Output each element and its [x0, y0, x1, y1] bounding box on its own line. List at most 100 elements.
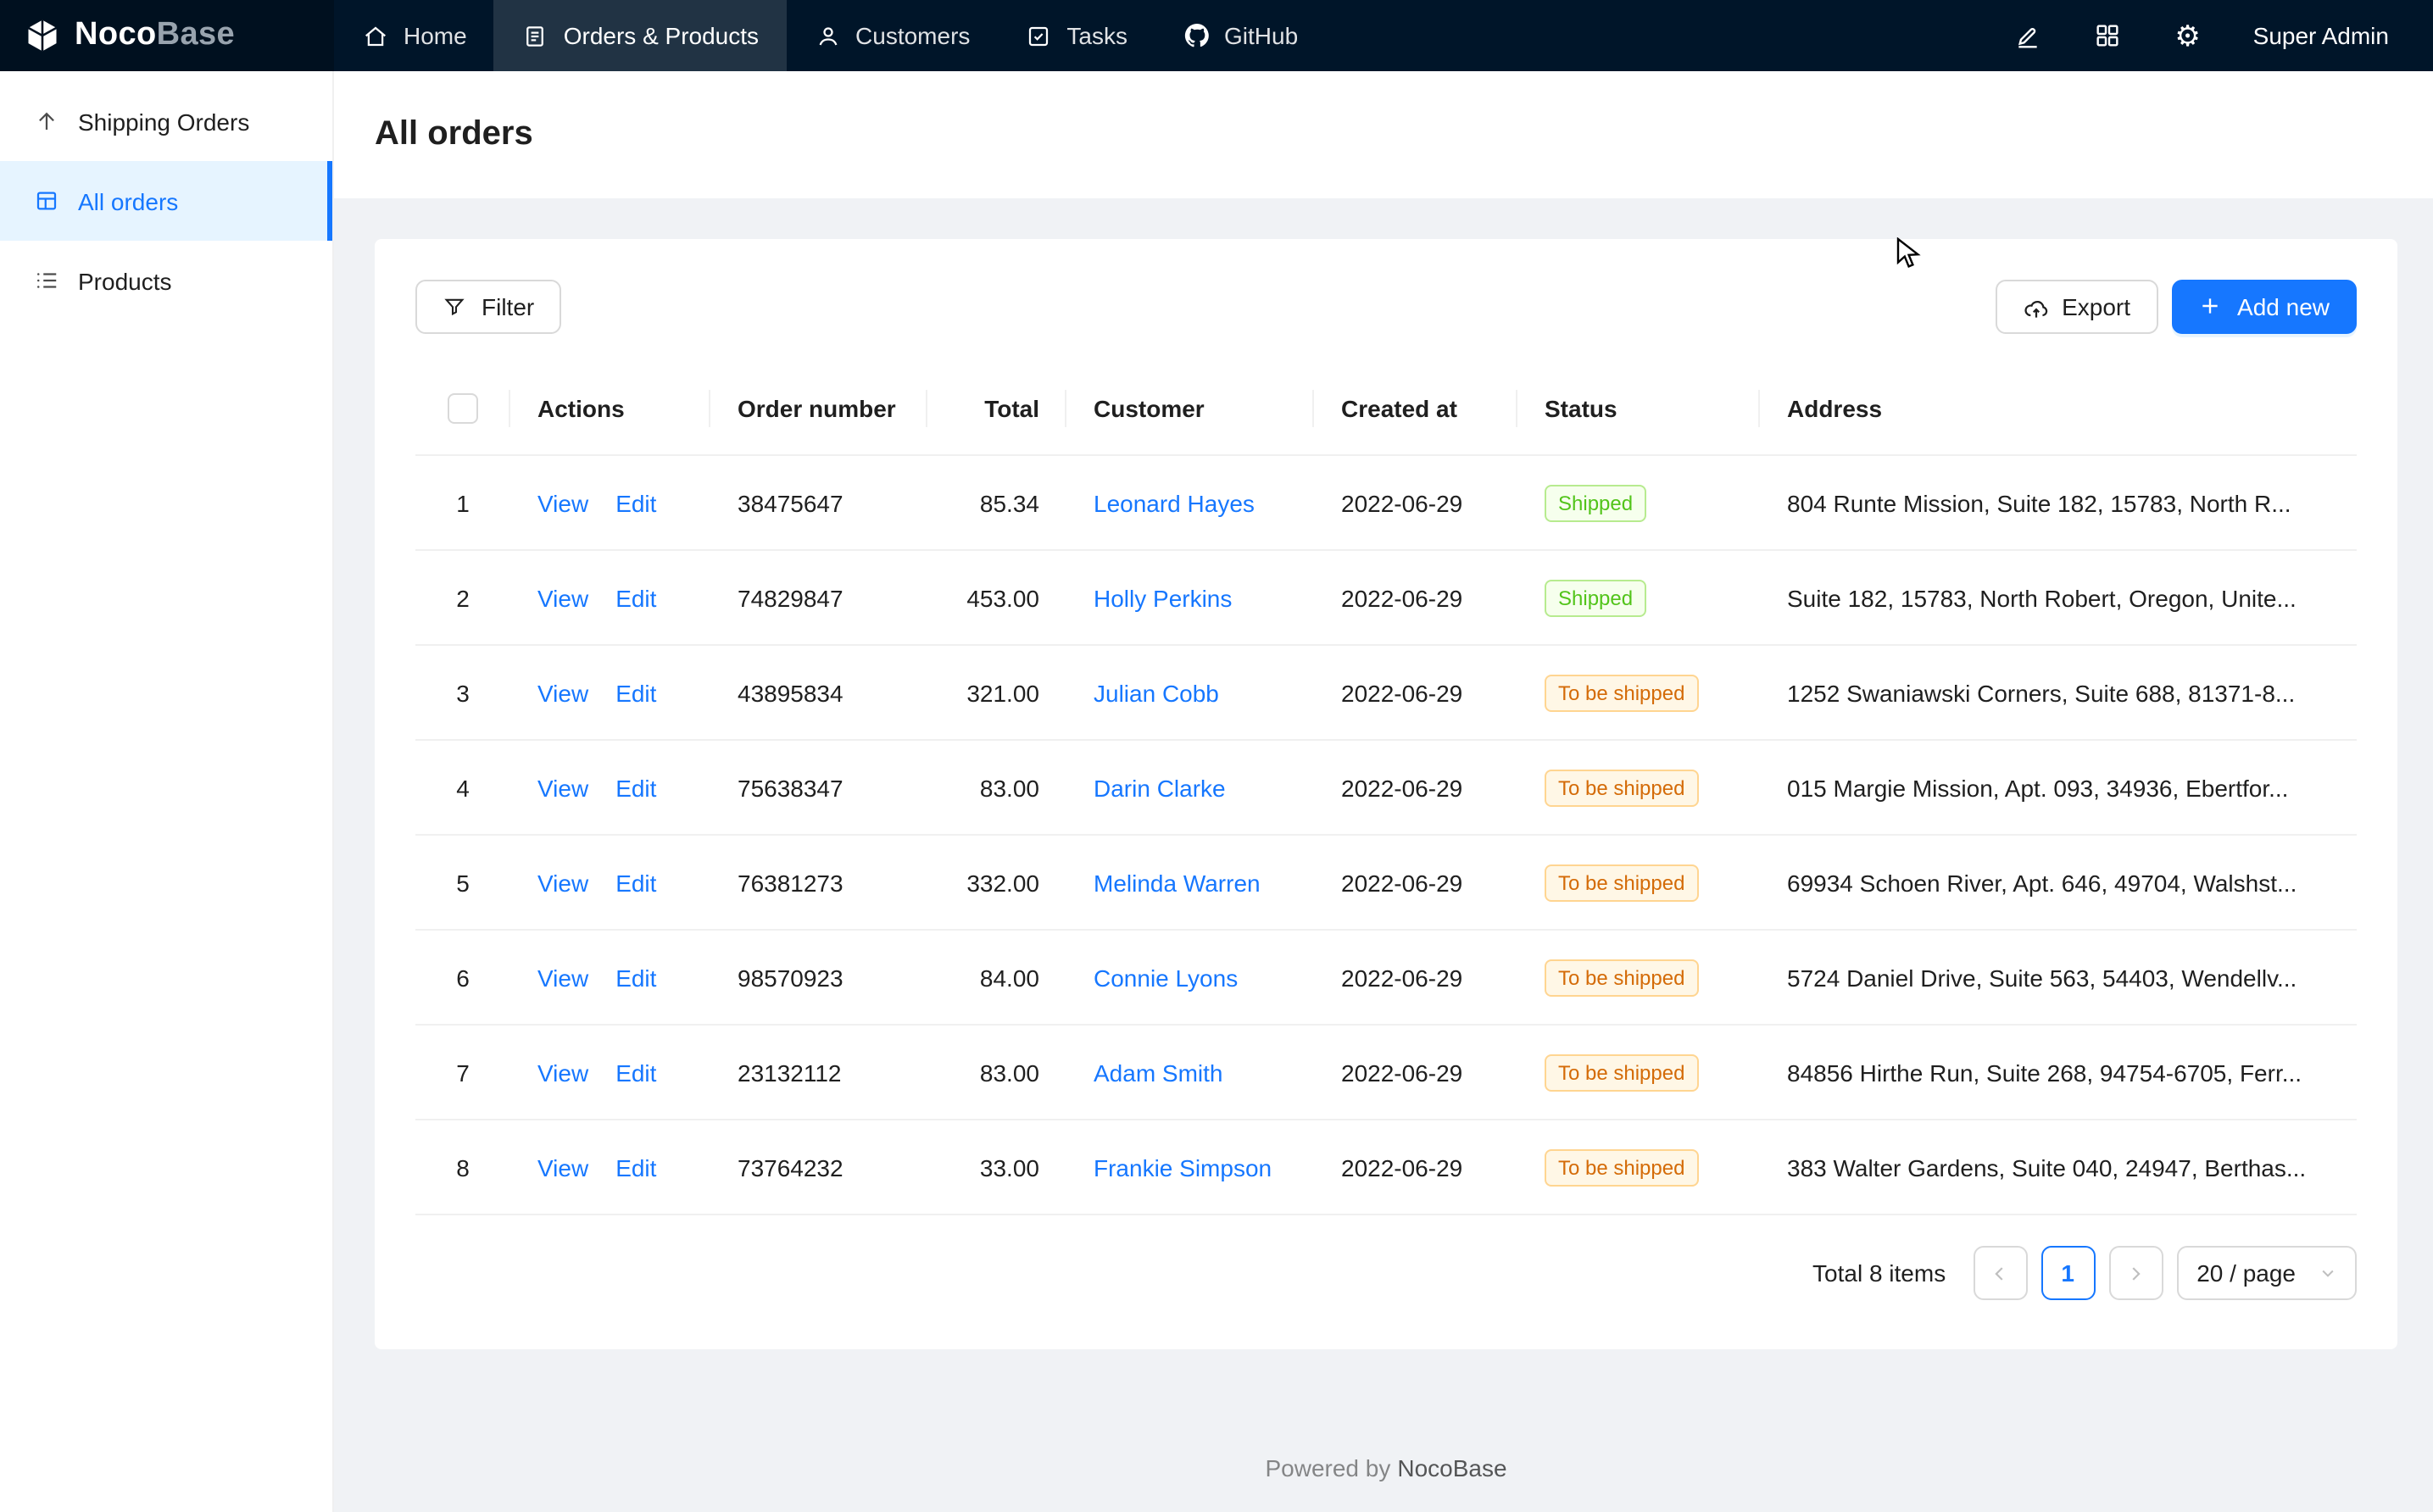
customer-link[interactable]: Melinda Warren	[1094, 869, 1261, 896]
edit-link[interactable]: Edit	[615, 964, 656, 991]
sidebar-item-all-orders[interactable]: All orders	[0, 161, 332, 241]
row-actions: View Edit	[510, 679, 710, 706]
customer-cell: Melinda Warren	[1066, 869, 1314, 896]
customer-link[interactable]: Frankie Simpson	[1094, 1153, 1272, 1181]
export-button[interactable]: Export	[1996, 280, 2157, 334]
row-index: 1	[415, 489, 510, 516]
table-row: 5 View Edit 76381273 332.00 Melinda Warr…	[415, 836, 2357, 931]
status-cell: To be shipped	[1517, 1148, 1760, 1186]
customer-cell: Holly Perkins	[1066, 584, 1314, 611]
view-link[interactable]: View	[537, 584, 588, 611]
orders-table-icon	[34, 187, 61, 214]
customer-link[interactable]: Connie Lyons	[1094, 964, 1238, 991]
select-all-checkbox[interactable]	[448, 392, 478, 423]
content-area: Filter Export	[334, 198, 2433, 1512]
table-header-select	[415, 392, 510, 423]
order-number-cell: 43895834	[710, 679, 927, 706]
edit-link[interactable]: Edit	[615, 584, 656, 611]
pagination-page-1[interactable]: 1	[2040, 1246, 2095, 1300]
customer-cell: Leonard Hayes	[1066, 489, 1314, 516]
order-number-cell: 38475647	[710, 489, 927, 516]
edit-link[interactable]: Edit	[615, 1059, 656, 1086]
status-badge: To be shipped	[1545, 1148, 1698, 1186]
status-badge: Shipped	[1545, 484, 1646, 521]
nav-item-customers[interactable]: Customers	[786, 0, 997, 71]
nav-item-home[interactable]: Home	[334, 0, 494, 71]
row-index: 5	[415, 869, 510, 896]
table-row: 8 View Edit 73764232 33.00 Frankie Simps…	[415, 1120, 2357, 1215]
app-window: NocoBase Home Orders & Products Customer…	[0, 0, 2433, 1512]
order-number-cell: 98570923	[710, 964, 927, 991]
status-cell: To be shipped	[1517, 959, 1760, 996]
top-navbar: NocoBase Home Orders & Products Customer…	[0, 0, 2433, 71]
ui-editor-pen-icon[interactable]	[2014, 21, 2043, 50]
view-link[interactable]: View	[537, 964, 588, 991]
customer-link[interactable]: Darin Clarke	[1094, 774, 1226, 801]
row-index: 4	[415, 774, 510, 801]
page-footer: Powered byNocoBase	[375, 1431, 2397, 1512]
status-badge: To be shipped	[1545, 1053, 1698, 1091]
sidebar-item-products[interactable]: Products	[0, 241, 332, 320]
table-row: 6 View Edit 98570923 84.00 Connie Lyons …	[415, 931, 2357, 1026]
table-toolbar: Filter Export	[415, 280, 2357, 334]
filter-funnel-icon	[443, 294, 468, 320]
total-cell: 33.00	[927, 1153, 1066, 1181]
customer-link[interactable]: Julian Cobb	[1094, 679, 1219, 706]
settings-gear-icon[interactable]: ⚙	[2174, 21, 2202, 50]
filter-button[interactable]: Filter	[415, 280, 561, 334]
add-new-button[interactable]: Add new	[2171, 280, 2357, 334]
view-link[interactable]: View	[537, 869, 588, 896]
edit-link[interactable]: Edit	[615, 679, 656, 706]
user-menu[interactable]: Super Admin	[2253, 22, 2389, 49]
row-index: 3	[415, 679, 510, 706]
order-number-cell: 23132112	[710, 1059, 927, 1086]
cloud-upload-icon	[2023, 294, 2048, 320]
tasks-icon	[1024, 21, 1053, 50]
view-link[interactable]: View	[537, 1059, 588, 1086]
page-size-select[interactable]: 20 / page	[2176, 1246, 2357, 1300]
column-header-status: Status	[1517, 394, 1760, 421]
total-cell: 83.00	[927, 1059, 1066, 1086]
table-row: 3 View Edit 43895834 321.00 Julian Cobb …	[415, 646, 2357, 741]
view-link[interactable]: View	[537, 774, 588, 801]
status-badge: To be shipped	[1545, 769, 1698, 806]
row-actions: View Edit	[510, 869, 710, 896]
customer-link[interactable]: Leonard Hayes	[1094, 489, 1255, 516]
pagination-prev-button[interactable]	[1973, 1246, 2027, 1300]
nav-item-orders-products[interactable]: Orders & Products	[494, 0, 786, 71]
status-badge: To be shipped	[1545, 674, 1698, 711]
plugin-grid-icon[interactable]	[2094, 21, 2123, 50]
created-at-cell: 2022-06-29	[1314, 679, 1517, 706]
orders-card: Filter Export	[375, 239, 2397, 1349]
created-at-cell: 2022-06-29	[1314, 774, 1517, 801]
nocobase-logo-icon	[24, 17, 61, 54]
edit-link[interactable]: Edit	[615, 869, 656, 896]
row-index: 7	[415, 1059, 510, 1086]
row-actions: View Edit	[510, 489, 710, 516]
edit-link[interactable]: Edit	[615, 489, 656, 516]
customer-link[interactable]: Holly Perkins	[1094, 584, 1232, 611]
pagination-next-button[interactable]	[2108, 1246, 2163, 1300]
view-link[interactable]: View	[537, 1153, 588, 1181]
edit-link[interactable]: Edit	[615, 1153, 656, 1181]
edit-link[interactable]: Edit	[615, 774, 656, 801]
customer-link[interactable]: Adam Smith	[1094, 1059, 1223, 1086]
row-actions: View Edit	[510, 1153, 710, 1181]
total-cell: 332.00	[927, 869, 1066, 896]
view-link[interactable]: View	[537, 679, 588, 706]
customer-cell: Frankie Simpson	[1066, 1153, 1314, 1181]
nav-item-tasks[interactable]: Tasks	[997, 0, 1155, 71]
address-cell: 015 Margie Mission, Apt. 093, 34936, Ebe…	[1760, 774, 2357, 801]
nav-item-github[interactable]: GitHub	[1155, 0, 1325, 71]
customer-cell: Julian Cobb	[1066, 679, 1314, 706]
view-link[interactable]: View	[537, 489, 588, 516]
sidebar-item-shipping-orders[interactable]: Shipping Orders	[0, 81, 332, 161]
status-cell: Shipped	[1517, 579, 1760, 616]
navbar-right: ⚙ Super Admin	[2014, 0, 2433, 71]
order-number-cell: 75638347	[710, 774, 927, 801]
column-header-actions: Actions	[510, 394, 710, 421]
table-body: 1 View Edit 38475647 85.34 Leonard Hayes…	[415, 456, 2357, 1215]
address-cell: 1252 Swaniawski Corners, Suite 688, 8137…	[1760, 679, 2357, 706]
github-icon	[1182, 21, 1211, 50]
orders-icon	[521, 21, 550, 50]
